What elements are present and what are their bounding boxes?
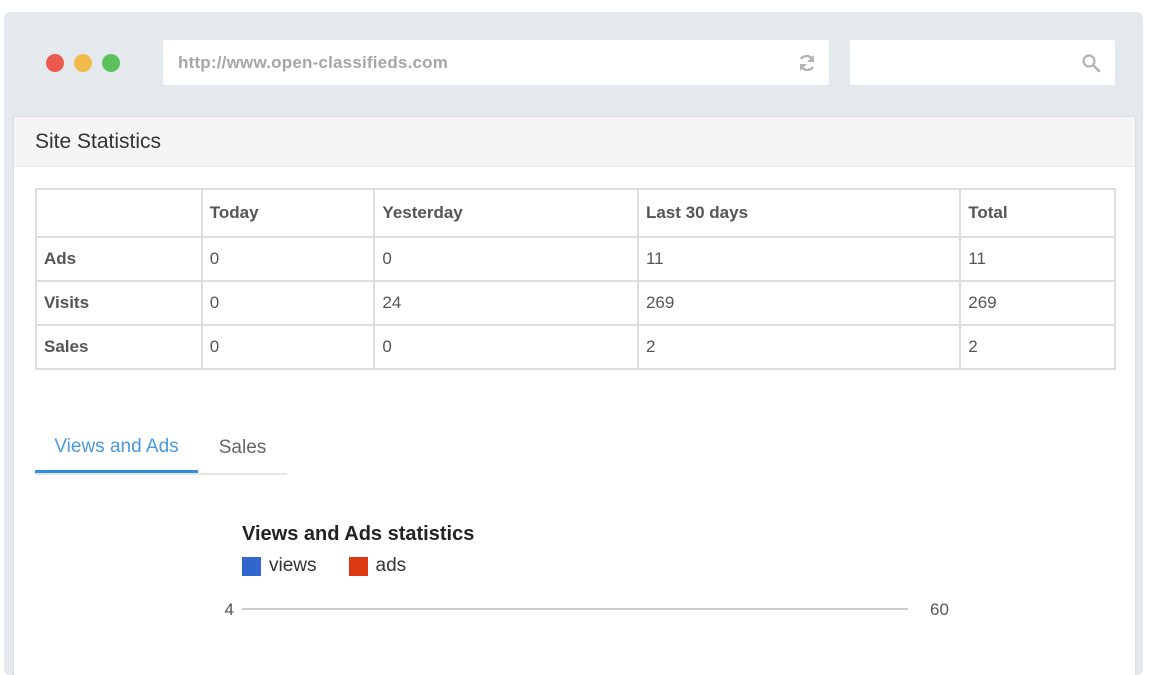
table-cell: 11 (636, 236, 962, 282)
table-row-label: Ads (35, 236, 203, 282)
refresh-icon[interactable] (797, 53, 817, 73)
maximize-window-button[interactable] (102, 54, 120, 72)
table-cell: 0 (200, 236, 376, 282)
tab-sales[interactable]: Sales (198, 423, 287, 473)
table-cell: 2 (636, 324, 962, 370)
chart-plot-area: 4 60 (225, 600, 949, 619)
table-cell: 0 (200, 280, 376, 326)
table-header-cell: Total (959, 188, 1116, 238)
page-content: Site Statistics Today Yesterday Last 30 … (14, 117, 1135, 675)
views-ads-chart: Views and Ads statistics views ads 4 60 (194, 517, 974, 647)
close-window-button[interactable] (46, 54, 64, 72)
axis-label-left: 4 (225, 600, 234, 619)
table-cell: 24 (373, 280, 639, 326)
panel-header: Site Statistics (14, 117, 1135, 167)
table-header-cell: Last 30 days (636, 188, 962, 238)
table-cell: 269 (636, 280, 962, 326)
browser-window: http://www.open-classifieds.com Site Sta… (4, 12, 1143, 675)
minimize-window-button[interactable] (74, 54, 92, 72)
table-header-cell (35, 188, 203, 238)
table-cell: 2 (959, 324, 1116, 370)
table-row: Visits 0 24 269 269 (35, 280, 1116, 326)
table-cell: 269 (959, 280, 1116, 326)
table-header-cell: Yesterday (373, 188, 639, 238)
window-controls (46, 54, 120, 72)
table-row-label: Sales (35, 324, 203, 370)
address-url: http://www.open-classifieds.com (178, 52, 449, 72)
table-cell: 0 (200, 324, 376, 370)
site-statistics-table: Today Yesterday Last 30 days Total Ads 0… (35, 188, 1116, 370)
table-row: Ads 0 0 11 11 (35, 236, 1116, 282)
axis-label-right: 60 (930, 600, 949, 619)
table-header-row: Today Yesterday Last 30 days Total (35, 188, 1116, 238)
search-icon[interactable] (1081, 53, 1101, 73)
table-row-label: Visits (35, 280, 203, 326)
chart-tabs: Views and Ads Sales (35, 423, 287, 475)
table-cell: 0 (373, 236, 639, 282)
browser-search-input[interactable] (850, 40, 1115, 85)
table-cell: 0 (373, 324, 639, 370)
table-row: Sales 0 0 2 2 (35, 324, 1116, 370)
address-bar[interactable]: http://www.open-classifieds.com (163, 40, 829, 85)
table-header-cell: Today (200, 188, 376, 238)
table-cell: 11 (959, 236, 1116, 282)
page-title: Site Statistics (35, 129, 162, 153)
tab-views-and-ads[interactable]: Views and Ads (35, 423, 198, 473)
